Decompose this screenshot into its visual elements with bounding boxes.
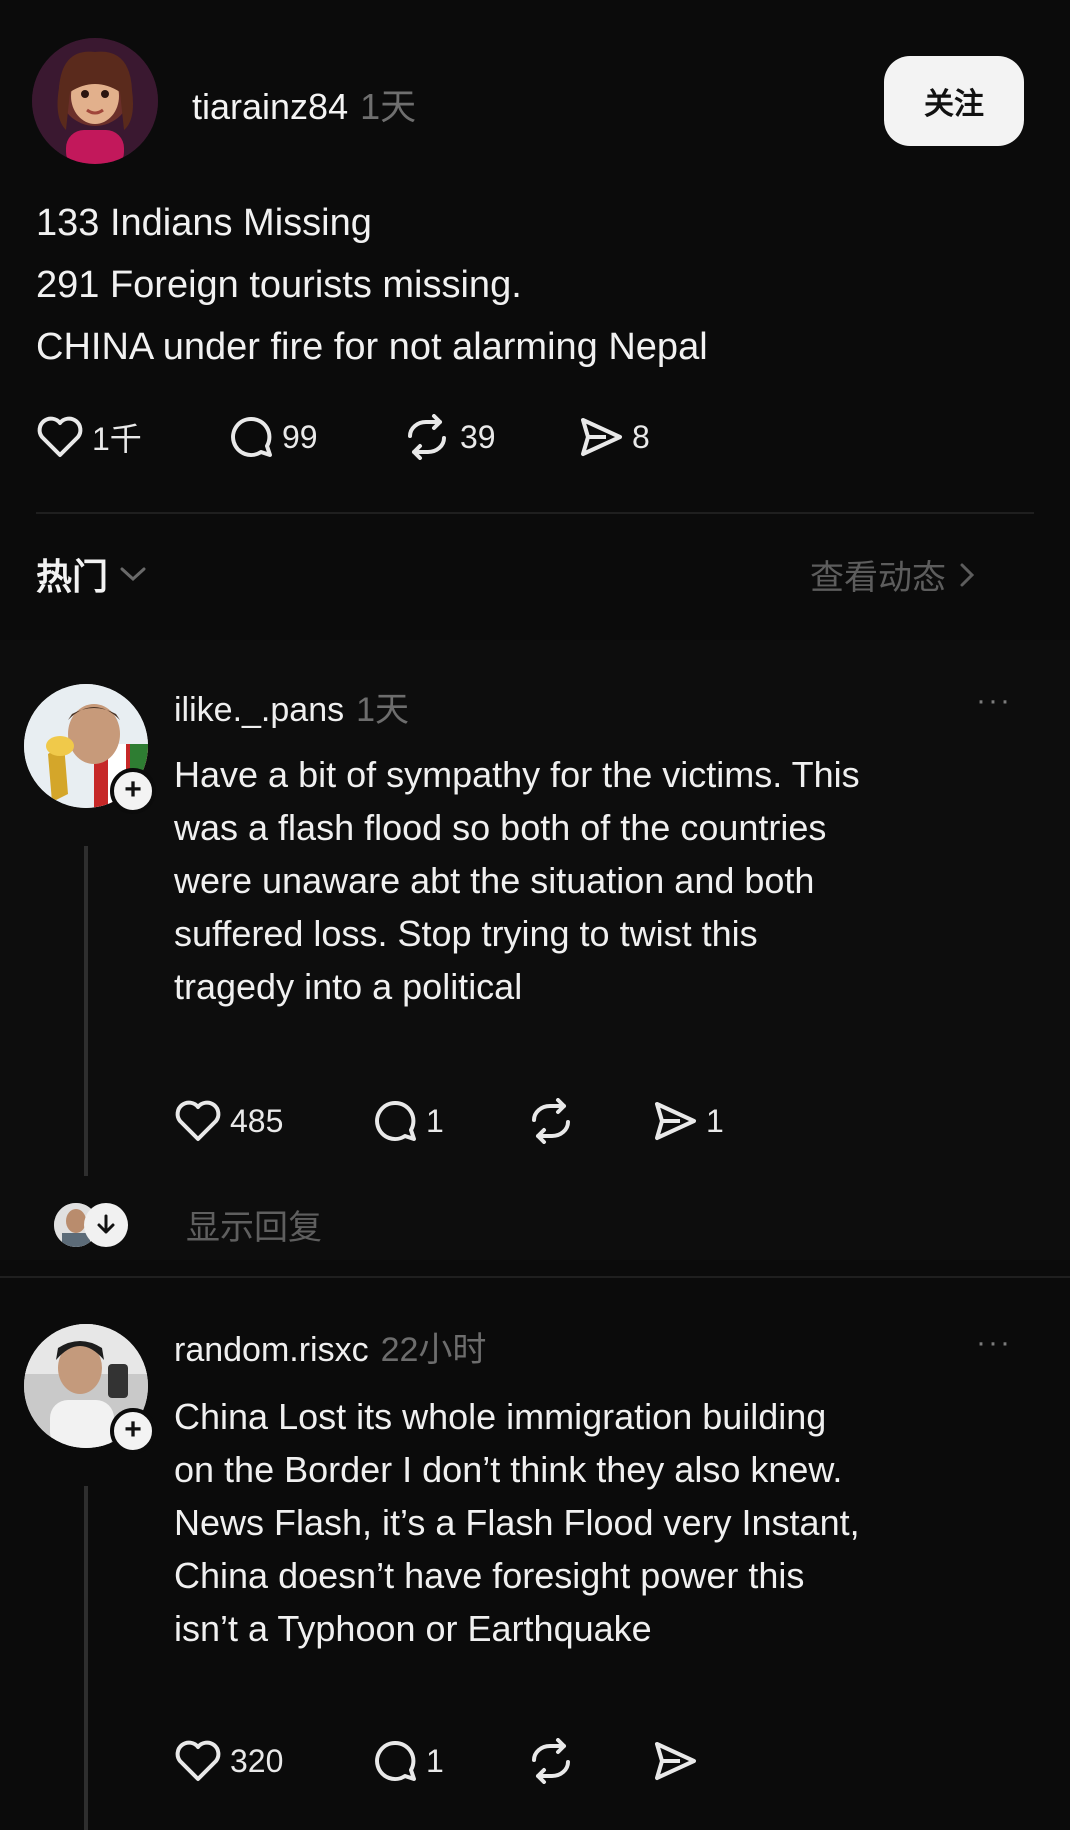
arrow-down-circle-icon — [84, 1202, 128, 1247]
post-action-bar: 1千 99 39 8 — [36, 414, 698, 460]
reply-text-line: tragedy into a political — [174, 966, 523, 1007]
chevron-down-icon — [118, 564, 148, 584]
heart-icon — [174, 1739, 222, 1783]
reply-divider — [0, 1276, 1070, 1278]
sort-label: 热门 — [36, 557, 109, 598]
author-avatar[interactable] — [32, 38, 158, 164]
reply-timestamp: 1天 — [356, 691, 410, 729]
more-options-icon[interactable]: ··· — [976, 1326, 1012, 1360]
reply-text-line: Have a bit of sympathy for the victims. … — [174, 754, 860, 795]
post-text-line: CHINA under fire for not alarming Nepal — [36, 326, 708, 368]
thread-connector — [84, 846, 88, 1176]
repost-icon — [526, 1738, 576, 1784]
like-button[interactable]: 1千 — [36, 414, 228, 460]
like-button[interactable]: 320 — [174, 1738, 372, 1784]
share-count: 1 — [706, 1102, 724, 1139]
repost-button[interactable] — [526, 1738, 652, 1784]
comment-button[interactable]: 1 — [372, 1098, 526, 1144]
chevron-right-icon — [958, 560, 976, 590]
thread-connector — [84, 1486, 88, 1830]
reply-username[interactable]: ilike._.pans — [174, 691, 344, 730]
show-replies-label: 显示回复 — [186, 1208, 322, 1248]
repost-icon — [526, 1098, 576, 1144]
comment-bubble-icon — [228, 414, 274, 460]
comment-count: 99 — [282, 418, 318, 455]
send-icon — [652, 1098, 698, 1144]
post-timestamp: 1天 — [360, 86, 417, 127]
follow-plus-badge[interactable]: + — [110, 1408, 156, 1454]
reply-text-line: isn’t a Typhoon or Earthquake — [174, 1608, 652, 1649]
like-count: 485 — [230, 1102, 284, 1139]
follow-button-label: 关注 — [924, 87, 984, 122]
repost-icon — [402, 414, 452, 460]
reply-action-bar: 485 1 1 — [174, 1098, 772, 1144]
comment-bubble-icon — [372, 1738, 418, 1784]
sort-dropdown[interactable]: 热门 — [36, 548, 148, 600]
heart-icon — [174, 1099, 222, 1143]
view-activity-link[interactable]: 查看动态 — [810, 550, 976, 599]
like-count: 320 — [230, 1742, 284, 1779]
share-button[interactable] — [652, 1738, 772, 1784]
repost-count: 39 — [460, 418, 496, 455]
send-icon — [578, 414, 624, 460]
comment-bubble-icon — [372, 1098, 418, 1144]
view-activity-label: 查看动态 — [810, 558, 946, 598]
reply-body: Have a bit of sympathy for the victims. … — [174, 748, 1054, 1013]
reply-text-line: were unaware abt the situation and both — [174, 860, 815, 901]
reply-text-line: suffered loss. Stop trying to twist this — [174, 913, 758, 954]
send-icon — [652, 1738, 698, 1784]
post-text-line: 133 Indians Missing — [36, 202, 372, 244]
post-body: 133 Indians Missing 291 Foreign tourists… — [36, 192, 1036, 378]
comment-button[interactable]: 99 — [228, 414, 402, 460]
reply-text-line: on the Border I don’t think they also kn… — [174, 1449, 843, 1490]
share-count: 8 — [632, 418, 650, 455]
reply-text-line: News Flash, it’s a Flash Flood very Inst… — [174, 1502, 860, 1543]
like-count: 1千 — [92, 421, 142, 457]
comment-button[interactable]: 1 — [372, 1738, 526, 1784]
heart-icon — [36, 415, 84, 459]
reply-timestamp: 22小时 — [380, 1331, 487, 1369]
repost-button[interactable] — [526, 1098, 652, 1144]
reply-text-line: China doesn’t have foresight power this — [174, 1555, 805, 1596]
follow-plus-badge[interactable]: + — [110, 768, 156, 814]
post-divider — [36, 512, 1034, 514]
reply-text-line: was a flash flood so both of the countri… — [174, 807, 827, 848]
reply-username[interactable]: random.risxc — [174, 1331, 369, 1370]
comment-count: 1 — [426, 1742, 444, 1779]
author-username[interactable]: tiarainz84 — [192, 86, 348, 128]
share-button[interactable]: 1 — [652, 1098, 772, 1144]
comment-count: 1 — [426, 1102, 444, 1139]
reply-action-bar: 320 1 — [174, 1738, 772, 1784]
show-replies-row[interactable]: 显示回复 — [54, 1200, 322, 1249]
repost-button[interactable]: 39 — [402, 414, 578, 460]
like-button[interactable]: 485 — [174, 1098, 372, 1144]
reply-body: China Lost its whole immigration buildin… — [174, 1390, 1064, 1655]
share-button[interactable]: 8 — [578, 414, 698, 460]
follow-button[interactable]: 关注 — [884, 56, 1024, 146]
more-options-icon[interactable]: ··· — [976, 684, 1012, 718]
reply-text-line: China Lost its whole immigration buildin… — [174, 1396, 827, 1437]
post-text-line: 291 Foreign tourists missing. — [36, 264, 522, 306]
